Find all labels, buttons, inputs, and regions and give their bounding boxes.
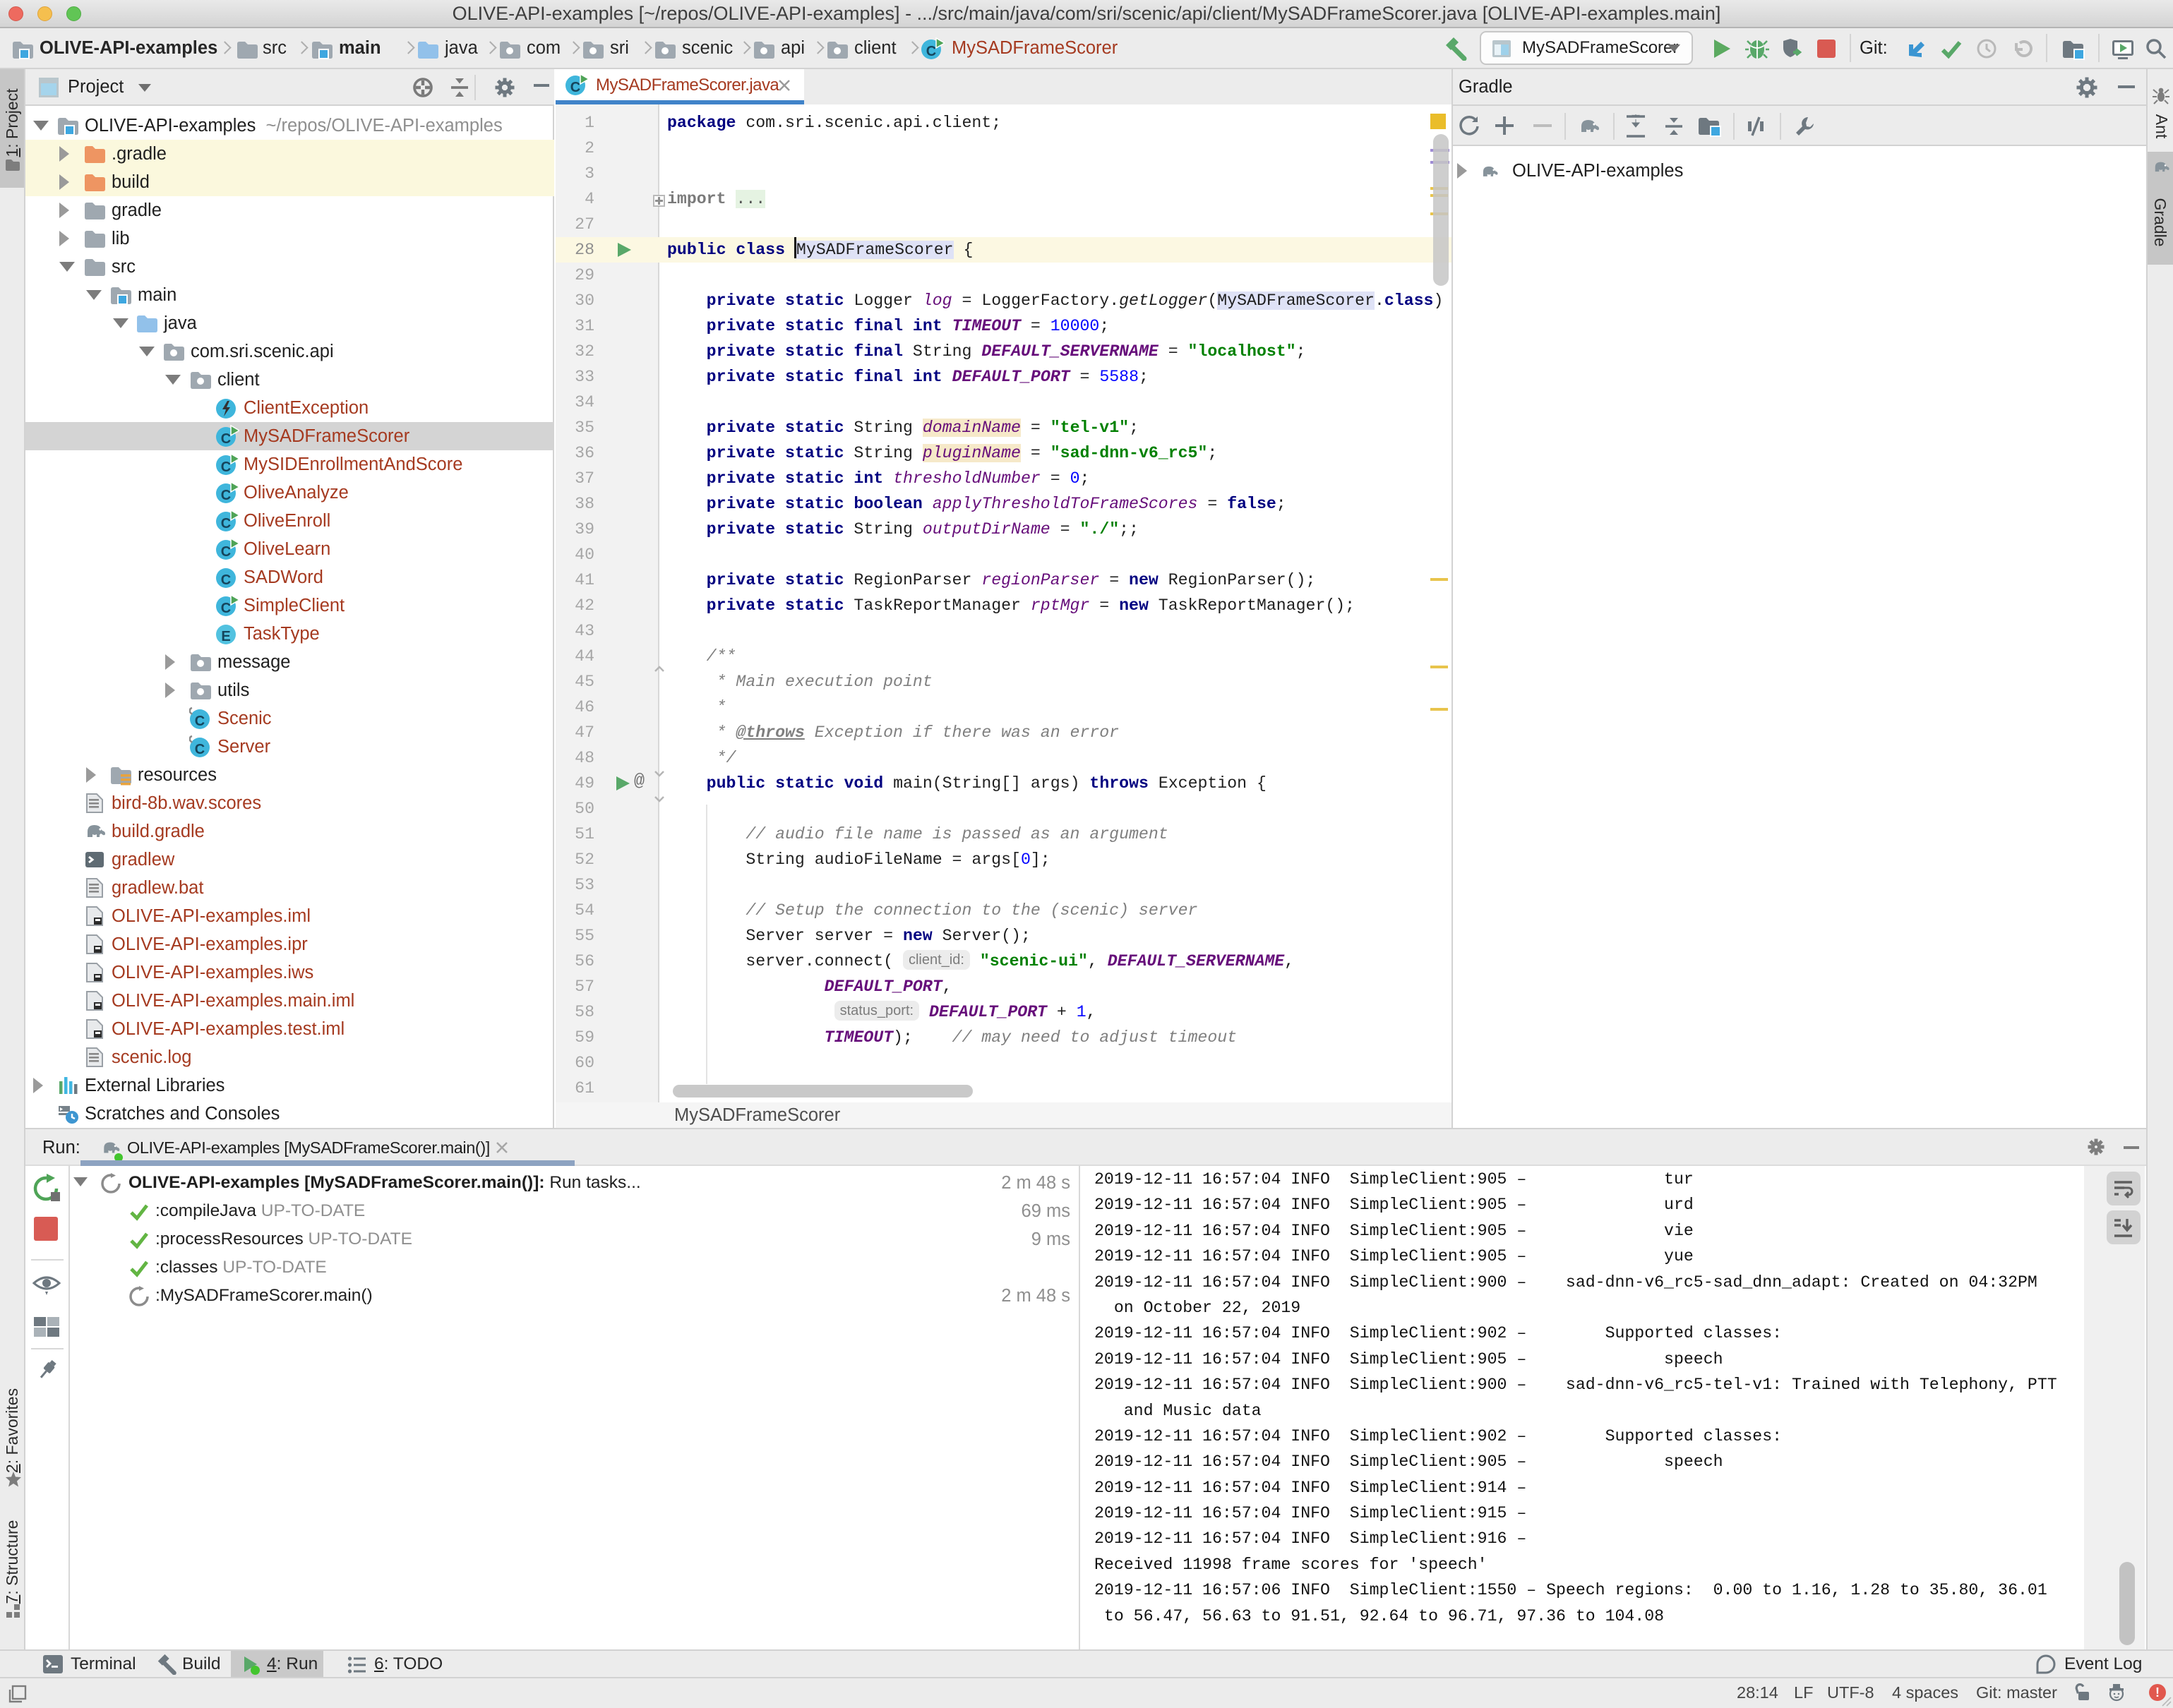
svg-text:C: C (221, 572, 231, 588)
svg-text:C: C (926, 44, 936, 59)
svg-text:C: C (221, 601, 231, 616)
svg-text:C: C (221, 488, 231, 503)
svg-text:C: C (221, 516, 231, 531)
svg-text:E: E (221, 629, 230, 644)
svg-text:C: C (570, 80, 580, 95)
svg-text:C: C (195, 714, 205, 729)
svg-text:C: C (221, 544, 231, 560)
svg-text:C: C (195, 742, 205, 757)
svg-text:C: C (221, 459, 231, 475)
svg-text:C: C (221, 431, 231, 447)
